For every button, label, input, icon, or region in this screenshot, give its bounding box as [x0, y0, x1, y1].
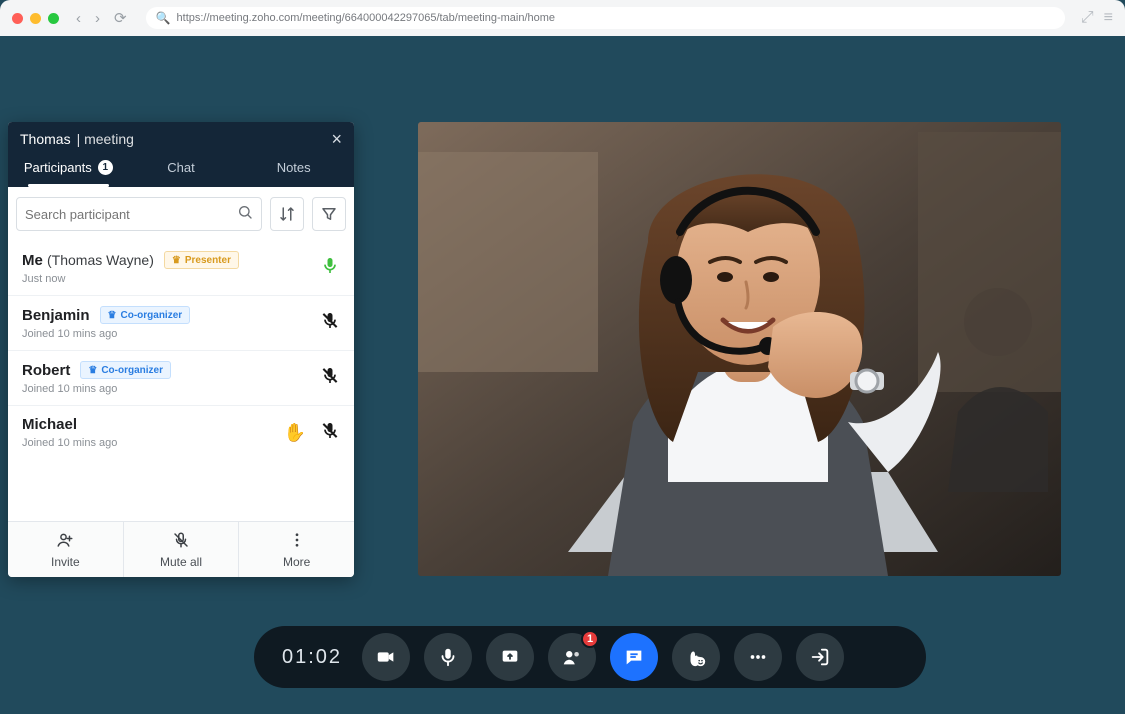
search-icon[interactable]: [237, 204, 253, 225]
mute-all-label: Mute all: [160, 555, 202, 569]
sort-button[interactable]: [270, 197, 304, 231]
maximize-window-button[interactable]: [48, 13, 59, 24]
panel-title-suffix: | meeting: [77, 131, 134, 147]
mute-all-button[interactable]: Mute all: [124, 522, 240, 577]
participants-panel: Thomas | meeting × Participants 1 Chat N…: [8, 122, 354, 577]
role-badge: ♛Presenter: [164, 251, 239, 269]
participant-name: Me (Thomas Wayne): [22, 252, 154, 269]
more-label: More: [283, 555, 310, 569]
url-text: https://meeting.zoho.com/meeting/6640000…: [177, 12, 556, 24]
joined-time: Joined 10 mins ago: [22, 383, 340, 395]
search-participant-box: [16, 197, 262, 231]
tab-notes-label: Notes: [277, 160, 311, 175]
mic-toggle-button[interactable]: [424, 633, 472, 681]
meeting-control-bar: 01:02 1: [254, 626, 926, 688]
crown-icon: ♛: [108, 310, 117, 321]
minimize-window-button[interactable]: [30, 13, 41, 24]
tab-participants-label: Participants: [24, 160, 92, 175]
participants-button[interactable]: 1: [548, 633, 596, 681]
share-screen-button[interactable]: [486, 633, 534, 681]
search-icon: 🔍: [156, 11, 171, 25]
panel-header: Thomas | meeting × Participants 1 Chat N…: [8, 122, 354, 187]
browser-chrome: ‹ › ⟳ 🔍 https://meeting.zoho.com/meeting…: [0, 0, 1125, 36]
close-window-button[interactable]: [12, 13, 23, 24]
panel-title-name: Thomas: [20, 131, 71, 147]
mic-muted-icon[interactable]: [320, 311, 340, 336]
leave-meeting-button[interactable]: [796, 633, 844, 681]
meeting-timer: 01:02: [282, 646, 342, 669]
panel-tabs: Participants 1 Chat Notes: [8, 150, 354, 187]
reload-icon[interactable]: ⟳: [111, 7, 130, 29]
participant-name: Robert: [22, 362, 70, 379]
invite-label: Invite: [51, 555, 80, 569]
joined-time: Joined 10 mins ago: [22, 328, 340, 340]
reactions-button[interactable]: [672, 633, 720, 681]
chat-button[interactable]: [610, 633, 658, 681]
nav-back-icon[interactable]: ‹: [73, 8, 84, 29]
video-toggle-button[interactable]: [362, 633, 410, 681]
more-button[interactable]: More: [239, 522, 354, 577]
mic-muted-icon[interactable]: [320, 366, 340, 391]
participants-badge: 1: [581, 630, 599, 648]
browser-right-controls: ⤢ ≡: [1081, 9, 1113, 27]
more-icon: [288, 531, 306, 553]
raised-hand-icon: ✋: [284, 422, 306, 443]
main-video-tile[interactable]: [418, 122, 1061, 576]
participants-count: 1: [98, 160, 113, 175]
participant-row[interactable]: Michael Joined 10 mins ago✋: [8, 405, 354, 459]
role-badge: ♛Co-organizer: [100, 306, 191, 324]
participant-list: Me (Thomas Wayne) ♛Presenter Just now Benja…: [8, 241, 354, 521]
joined-time: Just now: [22, 273, 340, 285]
participant-name: Benjamin: [22, 307, 90, 324]
tab-notes[interactable]: Notes: [237, 150, 350, 187]
window-traffic-lights: [12, 13, 59, 24]
search-input[interactable]: [25, 207, 237, 222]
filter-button[interactable]: [312, 197, 346, 231]
expand-icon[interactable]: ⤢: [1081, 9, 1094, 27]
panel-title: Thomas | meeting: [20, 131, 134, 147]
participant-name: Michael: [22, 416, 77, 433]
invite-button[interactable]: Invite: [8, 522, 124, 577]
menu-icon[interactable]: ≡: [1104, 9, 1113, 27]
crown-icon: ♛: [172, 255, 181, 266]
mic-on-icon[interactable]: [320, 256, 340, 281]
crown-icon: ♛: [88, 365, 97, 376]
participant-row[interactable]: Me (Thomas Wayne) ♛Presenter Just now: [8, 241, 354, 295]
more-options-button[interactable]: [734, 633, 782, 681]
url-bar[interactable]: 🔍 https://meeting.zoho.com/meeting/66400…: [146, 7, 1065, 29]
invite-icon: [56, 531, 74, 553]
participant-row[interactable]: Robert ♛Co-organizer Joined 10 mins ago: [8, 350, 354, 405]
participant-row[interactable]: Benjamin ♛Co-organizer Joined 10 mins ago: [8, 295, 354, 350]
role-badge: ♛Co-organizer: [80, 361, 171, 379]
search-row: [8, 187, 354, 241]
tab-participants[interactable]: Participants 1: [12, 150, 125, 187]
mic-muted-icon[interactable]: [320, 420, 340, 445]
tab-chat-label: Chat: [167, 160, 194, 175]
tab-chat[interactable]: Chat: [125, 150, 238, 187]
panel-footer: Invite Mute all More: [8, 521, 354, 577]
nav-forward-icon[interactable]: ›: [92, 8, 103, 29]
mute-all-icon: [172, 531, 190, 553]
close-icon[interactable]: ×: [331, 130, 342, 148]
